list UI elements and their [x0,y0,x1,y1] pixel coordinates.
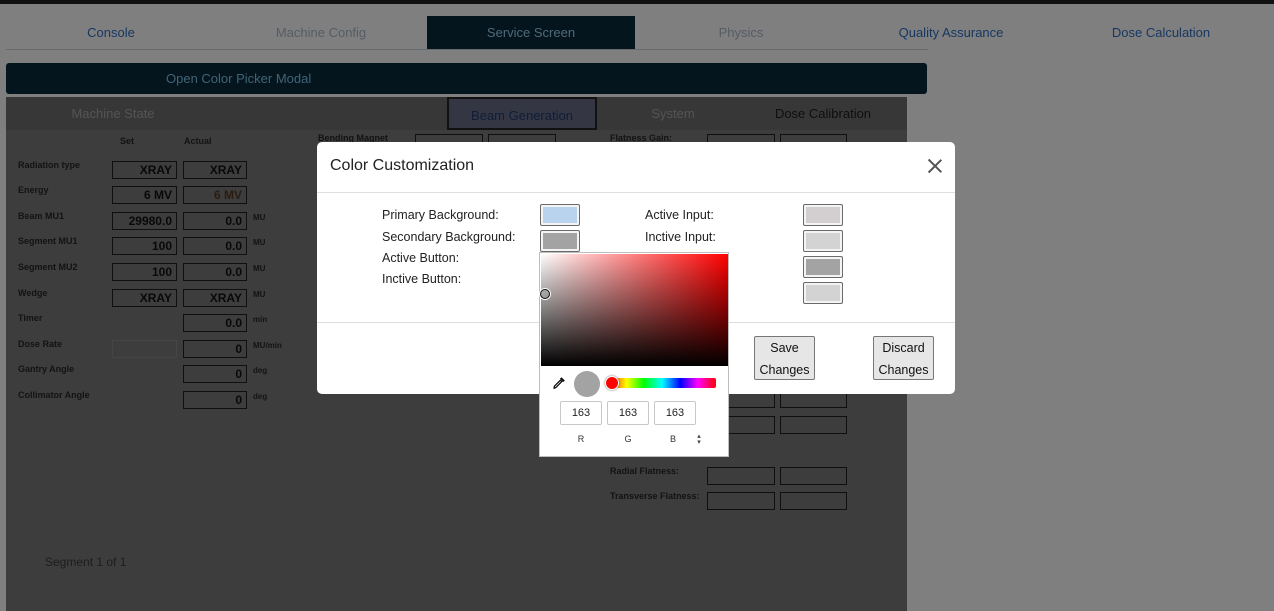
blue-label: B [669,434,676,444]
green-input[interactable]: 163 [607,401,649,425]
inactive-input-swatch[interactable] [803,230,843,252]
color-picker-popover: 163 163 163 R G B ▴ ▾ [539,252,729,457]
hue-slider[interactable] [608,378,716,388]
primary-background-color [543,207,577,223]
inactive-button-label: Inctive Button: [382,272,462,286]
inactive-input-label: Inctive Input: [645,230,716,244]
saturation-cursor[interactable] [540,289,550,299]
eyedropper-icon[interactable] [552,376,566,390]
format-toggle-icon[interactable]: ▴ ▾ [695,433,703,446]
color-swatch[interactable] [803,256,843,278]
active-input-swatch[interactable] [803,204,843,226]
inactive-input-color [806,233,840,249]
active-input-label: Active Input: [645,208,714,222]
secondary-background-label: Secondary Background: [382,230,516,244]
swatch-color [806,259,840,275]
secondary-background-swatch[interactable] [540,230,580,252]
saturation-area[interactable] [540,254,728,366]
primary-background-label: Primary Background: [382,208,499,222]
discard-button-line1: Discard [882,341,925,355]
current-color-preview [574,371,600,397]
swatch-color [806,285,840,301]
save-button-line2: Changes [759,363,810,377]
red-input[interactable]: 163 [560,401,602,425]
primary-background-swatch[interactable] [540,204,580,226]
save-changes-button[interactable]: Save Changes [754,336,815,380]
save-button-line1: Save [770,341,799,355]
red-label: R [577,434,585,444]
color-swatch[interactable] [803,282,843,304]
discard-button-line2: Changes [878,363,929,377]
active-button-label: Active Button: [382,251,460,265]
modal-title: Color Customization [330,157,475,174]
discard-changes-button[interactable]: Discard Changes [873,336,934,380]
secondary-background-color [543,233,577,249]
close-icon[interactable] [925,156,945,176]
green-label: G [624,434,632,444]
blue-input[interactable]: 163 [654,401,696,425]
hue-slider-handle[interactable] [605,376,619,390]
header-divider [317,192,955,193]
active-input-color [806,207,840,223]
